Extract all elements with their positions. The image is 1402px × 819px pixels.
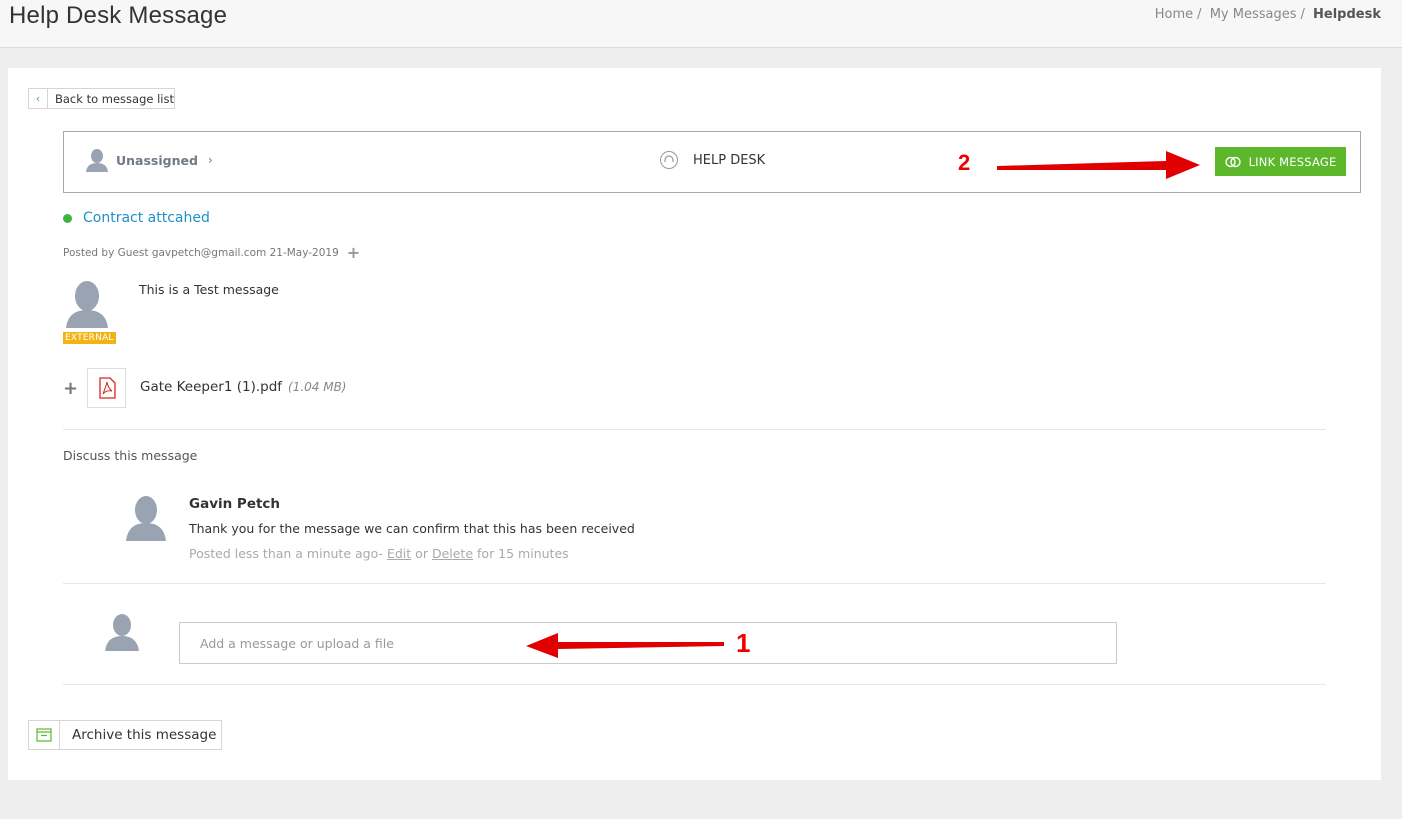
- divider: [63, 583, 1326, 584]
- posted-by-text: Posted by Guest gavpetch@gmail.com 21-Ma…: [63, 246, 339, 259]
- current-user-avatar: [105, 614, 139, 651]
- discussion-title: Discuss this message: [63, 448, 198, 463]
- breadcrumb-my-messages[interactable]: My Messages: [1210, 7, 1297, 22]
- breadcrumb: Home / My Messages / Helpdesk: [1151, 7, 1381, 22]
- link-icon: [1224, 156, 1241, 167]
- comment-edit-link[interactable]: Edit: [387, 546, 411, 561]
- breadcrumb-separator: /: [1197, 7, 1202, 22]
- headset-icon: [660, 151, 678, 169]
- attachment-size: (1.04 MB): [288, 380, 347, 394]
- message-input[interactable]: [179, 622, 1117, 664]
- back-to-list-button[interactable]: ‹ Back to message list: [28, 88, 175, 109]
- department-label: HELP DESK: [693, 152, 766, 168]
- message-panel: ‹ Back to message list Unassigned › HELP…: [8, 68, 1381, 780]
- message-info-bar: Unassigned › HELP DESK LINK MESSAGE: [63, 131, 1361, 193]
- posted-by: Posted by Guest gavpetch@gmail.com 21-Ma…: [63, 243, 360, 262]
- comment-meta: Posted less than a minute ago- Edit or D…: [189, 546, 569, 561]
- page-title: Help Desk Message: [9, 2, 228, 29]
- comment-meta-suffix: for 15 minutes: [477, 546, 569, 561]
- divider: [63, 684, 1326, 685]
- user-avatar-icon: [86, 149, 108, 172]
- comment-delete-link[interactable]: Delete: [432, 546, 473, 561]
- archive-message-button[interactable]: Archive this message: [28, 720, 222, 750]
- comment-avatar: [126, 496, 166, 541]
- external-badge: EXTERNAL: [63, 332, 116, 344]
- archive-icon: [29, 721, 60, 749]
- status-dot: [63, 213, 72, 223]
- link-message-button[interactable]: LINK MESSAGE: [1215, 147, 1346, 176]
- breadcrumb-home[interactable]: Home: [1155, 7, 1193, 22]
- subject-text[interactable]: Contract attcahed: [83, 210, 210, 226]
- back-button-label: Back to message list: [55, 91, 175, 106]
- divider: [63, 429, 1326, 430]
- chevron-right-icon: ›: [207, 153, 213, 167]
- message-body: This is a Test message: [139, 282, 279, 297]
- link-message-label: LINK MESSAGE: [1248, 154, 1337, 169]
- plus-icon[interactable]: +: [63, 378, 78, 399]
- attachment-name[interactable]: Gate Keeper1 (1).pdf: [140, 379, 282, 395]
- assignee-selector[interactable]: Unassigned ›: [86, 148, 213, 172]
- pdf-icon: [98, 377, 116, 399]
- chevron-left-icon: ‹: [29, 89, 48, 108]
- department: HELP DESK: [660, 151, 765, 169]
- assignee-label: Unassigned: [116, 152, 198, 168]
- comment-text: Thank you for the message we can confirm…: [189, 521, 635, 536]
- comment-or-text: or: [415, 546, 428, 561]
- message-subject: Contract attcahed: [63, 210, 210, 226]
- comment-author: Gavin Petch: [189, 496, 281, 512]
- attachment-thumbnail[interactable]: [87, 368, 126, 408]
- breadcrumb-separator: /: [1300, 7, 1305, 22]
- annotation-label-1: 1: [736, 628, 751, 658]
- annotation-label-2: 2: [958, 150, 971, 175]
- plus-icon[interactable]: +: [347, 243, 360, 262]
- comment-posted-time: Posted less than a minute ago-: [189, 546, 383, 561]
- top-bar: Help Desk Message Home / My Messages / Hel…: [0, 0, 1402, 48]
- breadcrumb-current: Helpdesk: [1313, 7, 1381, 22]
- archive-button-label: Archive this message: [72, 727, 217, 743]
- author-avatar: [66, 281, 108, 328]
